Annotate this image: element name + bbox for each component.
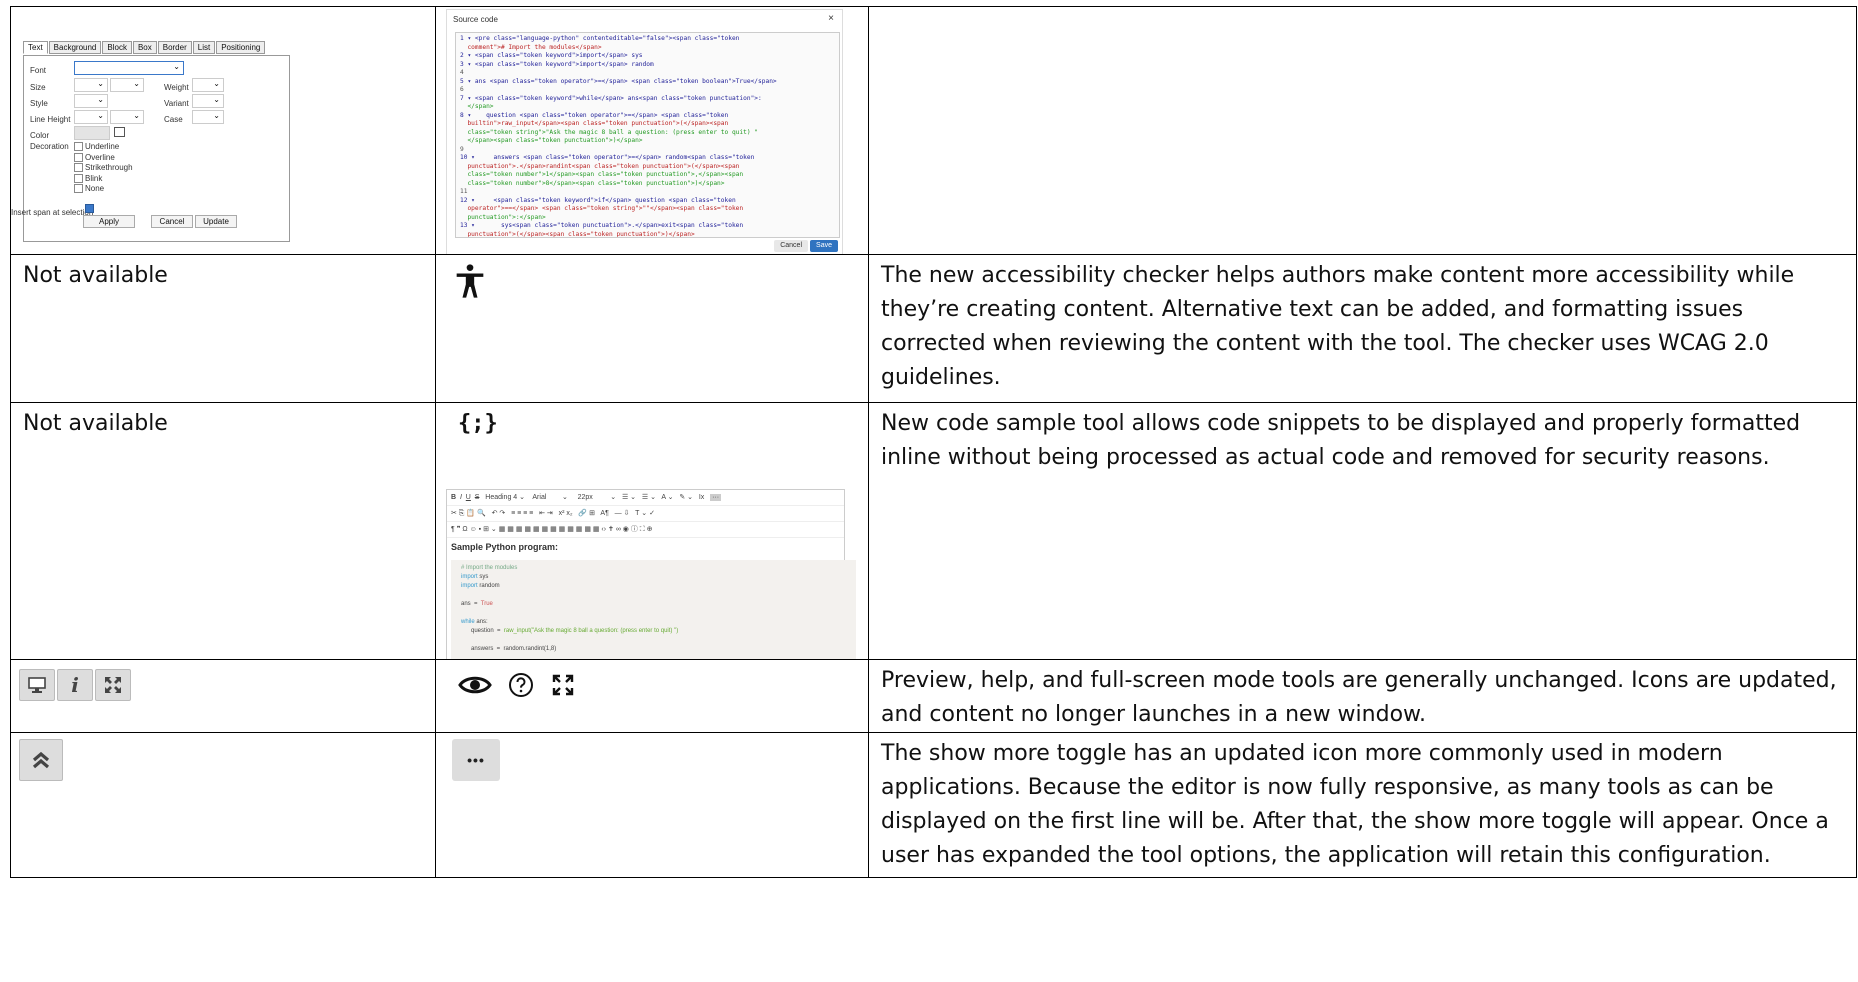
block-format-select[interactable]: Heading 4: [485, 494, 517, 501]
style-label: Style: [30, 99, 48, 108]
new-cell: •••: [435, 732, 869, 878]
style-tabs: Text Background Block Box Border List Po…: [23, 41, 435, 54]
editor-screenshot: B I U S Heading 4 ⌄ Arial ⌄ 22px ⌄ ☰ ⌄ ☰…: [446, 489, 856, 659]
fullscreen-icon[interactable]: [551, 673, 575, 697]
decoration-blink[interactable]: Blink: [74, 174, 133, 185]
table-row: i Preview, help, and full-screen mode to…: [10, 659, 1857, 733]
size-label: Size: [30, 83, 46, 92]
style-select[interactable]: ⌄: [74, 94, 108, 108]
code-sample-block: # Import the modules import sys import r…: [451, 560, 856, 659]
row-description: The new accessibility checker helps auth…: [881, 263, 1795, 390]
case-select[interactable]: ⌄: [192, 110, 224, 124]
code-sample-icon[interactable]: {;}: [458, 411, 498, 436]
color-picker-icon[interactable]: [114, 127, 125, 137]
table-row: Not available {;} B I U S Heading 4 ⌄ Ar…: [10, 402, 1857, 660]
row-description: The show more toggle has an updated icon…: [881, 741, 1829, 868]
old-cell: Not available: [10, 254, 436, 403]
line-height-label: Line Height: [30, 115, 71, 124]
old-cell: [10, 732, 436, 878]
tab-background[interactable]: Background: [48, 41, 102, 54]
line-height-unit-select[interactable]: ⌄: [110, 110, 144, 124]
table-row: Not available The new accessibility chec…: [10, 254, 1857, 403]
row-description: Preview, help, and full-screen mode tool…: [881, 668, 1837, 727]
old-feature-text: Not available: [23, 411, 168, 436]
decoration-strikethrough[interactable]: Strikethrough: [74, 163, 133, 174]
variant-select[interactable]: ⌄: [192, 94, 224, 108]
new-cell: {;} B I U S Heading 4 ⌄ Arial ⌄ 22px ⌄ ☰…: [435, 402, 869, 660]
desc-cell: New code sample tool allows code snippet…: [868, 402, 1857, 660]
color-label: Color: [30, 131, 50, 140]
decoration-none[interactable]: None: [74, 184, 133, 195]
font-size-select[interactable]: 22px: [578, 494, 593, 501]
dialog-title: Source code: [453, 15, 498, 24]
new-source-dialog-cell: Source code × 1 ▾ <pre class="language-p…: [435, 6, 869, 255]
table-row: ••• The show more toggle has an updated …: [10, 732, 1857, 878]
apply-button[interactable]: Apply: [83, 215, 135, 228]
tab-block[interactable]: Block: [102, 41, 132, 54]
case-label: Case: [164, 115, 183, 124]
decoration-overline[interactable]: Overline: [74, 153, 133, 164]
old-style-dialog-cell: Text Background Block Box Border List Po…: [10, 6, 436, 255]
dialog-save-button[interactable]: Save: [810, 240, 838, 252]
new-cell: [435, 254, 869, 403]
update-button[interactable]: Update: [195, 215, 237, 228]
weight-select[interactable]: ⌄: [192, 78, 224, 92]
old-preview-icon[interactable]: [19, 669, 55, 701]
font-family-select[interactable]: Arial: [532, 494, 546, 501]
source-code-editor[interactable]: 1 ▾ <pre class="language-python" content…: [455, 32, 840, 238]
accessibility-icon[interactable]: [450, 261, 490, 301]
insert-span-label: Insert span at selection: [11, 208, 94, 217]
help-icon[interactable]: [508, 672, 534, 698]
size-unit-select[interactable]: ⌄: [110, 78, 144, 92]
new-cell: [435, 659, 869, 733]
dialog-cancel-button[interactable]: Cancel: [774, 240, 808, 252]
old-help-icon[interactable]: i: [57, 669, 93, 701]
decoration-underline[interactable]: Underline: [74, 142, 133, 153]
insert-span-checkbox[interactable]: [85, 204, 94, 213]
chevron-double-up-icon: [32, 751, 50, 769]
font-label: Font: [30, 66, 47, 75]
variant-label: Variant: [164, 99, 189, 108]
font-select[interactable]: ⌄: [74, 61, 184, 75]
source-code-dialog: Source code × 1 ▾ <pre class="language-p…: [446, 9, 843, 254]
more-horizontal-icon[interactable]: •••: [452, 739, 500, 781]
old-icon-group: i: [19, 669, 131, 701]
tab-box[interactable]: Box: [132, 41, 157, 54]
editor-toolbar-2: ✂ ⎘ 📋 🔍 ↶ ↷ ≡ ≡ ≡ ≡ ⇤ ⇥ x² x₂ 🔗 ⊞ A¶ — ⇩…: [447, 506, 844, 522]
comparison-table: Text Background Block Box Border List Po…: [10, 6, 1857, 878]
desc-cell: The show more toggle has an updated icon…: [868, 732, 1857, 878]
desc-cell: Preview, help, and full-screen mode tool…: [868, 659, 1857, 733]
preview-eye-icon[interactable]: [458, 674, 492, 696]
cancel-button[interactable]: Cancel: [151, 215, 193, 228]
decoration-label: Decoration: [30, 142, 69, 151]
old-cell: i: [10, 659, 436, 733]
tab-border[interactable]: Border: [157, 41, 192, 54]
tab-list[interactable]: List: [192, 41, 216, 54]
editor-toolbar-1: B I U S Heading 4 ⌄ Arial ⌄ 22px ⌄ ☰ ⌄ ☰…: [447, 490, 844, 506]
close-icon[interactable]: ×: [828, 13, 834, 24]
old-cell: Not available: [10, 402, 436, 660]
old-feature-text: Not available: [23, 263, 168, 288]
old-show-more-toggle[interactable]: [19, 739, 63, 781]
desc-cell-empty: [868, 6, 1857, 255]
decoration-options: Underline Overline Strikethrough Blink N…: [74, 142, 133, 195]
size-select[interactable]: ⌄: [74, 78, 108, 92]
old-fullscreen-icon[interactable]: [95, 669, 131, 701]
weight-label: Weight: [164, 83, 189, 92]
row-description: [870, 8, 1856, 12]
tab-positioning[interactable]: Positioning: [216, 41, 266, 54]
color-input[interactable]: [74, 126, 110, 140]
editor-heading: Sample Python program:: [451, 542, 559, 552]
line-height-select[interactable]: ⌄: [74, 110, 108, 124]
table-row: Text Background Block Box Border List Po…: [10, 6, 1857, 255]
desc-cell: The new accessibility checker helps auth…: [868, 254, 1857, 403]
editor-toolbar-3: ¶ ❞ Ω ☺ ▪ ⊞ ⌄ ▦ ▦ ▦ ▦ ▦ ▦ ▦ ▦ ▦ ▦ ▦ ▦ ‹›…: [447, 522, 844, 538]
tab-text[interactable]: Text: [23, 41, 48, 54]
row-description: New code sample tool allows code snippet…: [881, 411, 1801, 470]
